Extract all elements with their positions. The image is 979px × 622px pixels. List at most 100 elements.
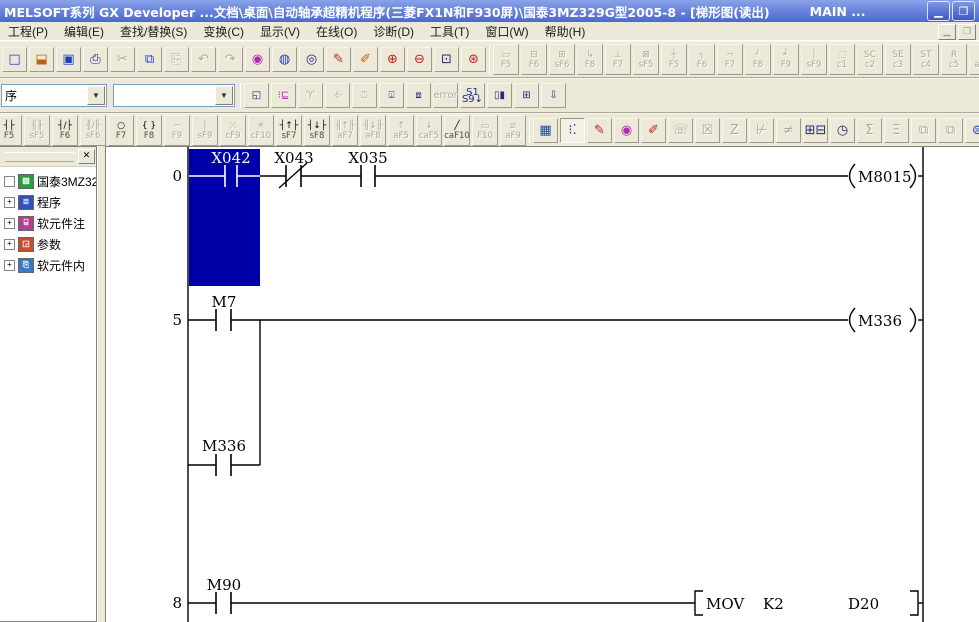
toolbar-icon-button[interactable]: ◍ xyxy=(272,47,297,72)
ladder-fkey-button[interactable]: ↳ F8 xyxy=(577,44,603,75)
program-select-combo[interactable]: 序 ▼ xyxy=(1,84,107,107)
ladder-fkey-button[interactable]: SC c2 xyxy=(857,44,883,75)
ladder-symbol-button[interactable]: ⧄ aF9 xyxy=(500,115,526,146)
tree-item[interactable]: + ⌸ 软元件注 xyxy=(2,213,94,234)
toolbar-icon-button[interactable]: Σ xyxy=(857,118,882,143)
toolbar-icon-button[interactable]: ≠ xyxy=(776,118,801,143)
toolbar-icon-button[interactable]: ⊞⊟ xyxy=(803,118,828,143)
toolbar-icon-button[interactable]: ✎ xyxy=(326,47,351,72)
mdi-restore-button[interactable]: ❐ xyxy=(958,24,976,40)
toolbar-icon-button[interactable]: ◱ xyxy=(244,83,269,108)
ladder-symbol-button[interactable]: ┤↓├ sF8 xyxy=(304,115,330,146)
menu-item[interactable]: 工程(P) xyxy=(0,22,56,41)
ladder-symbol-button[interactable]: ┤/├ F6 xyxy=(52,115,78,146)
ladder-fkey-button[interactable]: ⊠ sF5 xyxy=(633,44,659,75)
toolbar-icon-button[interactable]: ◉ xyxy=(614,118,639,143)
ladder-symbol-button[interactable]: ▭ F10 xyxy=(472,115,498,146)
tree-item[interactable]: + ◲ 参数 xyxy=(2,234,94,255)
tree-expand-toggle[interactable]: + xyxy=(4,239,15,250)
menu-item[interactable]: 帮助(H) xyxy=(537,22,594,41)
toolbar-icon-button[interactable]: ◎ xyxy=(299,47,324,72)
toolbar-icon-button[interactable]: □ xyxy=(2,47,27,72)
ladder-fkey-button[interactable]: ⊟ F6 xyxy=(521,44,547,75)
toolbar-icon-button[interactable]: ⊖ xyxy=(407,47,432,72)
toolbar-icon-button[interactable]: ⊡ xyxy=(434,47,459,72)
panel-splitter[interactable] xyxy=(97,146,106,622)
toolbar-icon-button[interactable]: ▯▮ xyxy=(487,83,512,108)
tree-expand-toggle[interactable]: + xyxy=(4,197,15,208)
dock-grip[interactable] xyxy=(5,152,74,162)
menu-item[interactable]: 诊断(D) xyxy=(365,22,422,41)
ladder-fkey-button[interactable]: ▭ F5 xyxy=(493,44,519,75)
ladder-fkey-button[interactable]: │ sF9 xyxy=(801,44,827,75)
restore-button[interactable]: ❐ xyxy=(952,1,975,21)
toolbar-icon-button[interactable]: ⧉ xyxy=(911,118,936,143)
toolbar-icon-button[interactable]: ▦ xyxy=(533,118,558,143)
toolbar-icon-button[interactable]: ✐ xyxy=(641,118,666,143)
instruction-bracket-left[interactable] xyxy=(695,591,703,615)
ladder-symbol-button[interactable]: ✳ cF10 xyxy=(248,115,274,146)
menu-item[interactable]: 在线(O) xyxy=(308,22,365,41)
menu-item[interactable]: 窗口(W) xyxy=(477,22,536,41)
toolbar-icon-button[interactable]: Ξ xyxy=(884,118,909,143)
ladder-fkey-button[interactable]: ┐ F6 xyxy=(689,44,715,75)
ladder-fkey-button[interactable]: ┼ F5 xyxy=(661,44,687,75)
toolbar-icon-button[interactable]: error xyxy=(433,83,458,108)
ladder-editor[interactable]: 0 X042 X043 X035 M8015 xyxy=(106,146,979,622)
ladder-symbol-button[interactable]: ○ F7 xyxy=(108,115,134,146)
ladder-fkey-button[interactable]: ╛ F9 xyxy=(773,44,799,75)
ladder-symbol-button[interactable]: ╱ caF10 xyxy=(444,115,470,146)
ladder-symbol-button[interactable]: ╢↓╟ aF8 xyxy=(360,115,386,146)
toolbar-icon-button[interactable]: S1 S9↓ xyxy=(460,83,485,108)
minimize-button[interactable]: ▁ xyxy=(927,1,950,21)
toolbar-icon-button[interactable]: ⬓ xyxy=(29,47,54,72)
ladder-symbol-button[interactable]: ┤├ F5 xyxy=(0,115,22,146)
chevron-down-icon[interactable]: ▼ xyxy=(87,86,105,105)
close-icon[interactable]: ✕ xyxy=(78,149,95,164)
coil[interactable] xyxy=(850,164,856,188)
menu-item[interactable]: 工具(T) xyxy=(422,22,477,41)
toolbar-icon-button[interactable]: ⁝⊑ xyxy=(271,83,296,108)
toolbar-icon-button[interactable]: ⊞ xyxy=(514,83,539,108)
toolbar-icon-button[interactable]: ⊬ xyxy=(749,118,774,143)
toolbar-icon-button[interactable]: ⧈ xyxy=(406,83,431,108)
mdi-minimize-button[interactable]: ▁ xyxy=(938,24,956,40)
ladder-fkey-button[interactable]: │ aF5 xyxy=(969,44,979,75)
toolbar-icon-button[interactable]: ⊜ xyxy=(965,118,979,143)
ladder-symbol-button[interactable]: │ sF9 xyxy=(192,115,218,146)
toolbar-icon-button[interactable]: ◉ xyxy=(245,47,270,72)
tree-expand-toggle[interactable] xyxy=(4,176,15,187)
toolbar-icon-button[interactable]: ⎙ xyxy=(83,47,108,72)
toolbar-icon-button[interactable]: ◷ xyxy=(830,118,855,143)
menu-item[interactable]: 编辑(E) xyxy=(56,22,112,41)
toolbar-icon-button[interactable]: ✂ xyxy=(110,47,135,72)
toolbar-icon-button[interactable]: ☒ xyxy=(695,118,720,143)
tree-item[interactable]: + ≣ 程序 xyxy=(2,192,94,213)
ladder-symbol-button[interactable]: ↓ caF5 xyxy=(416,115,442,146)
toolbar-icon-button[interactable]: ✐ xyxy=(353,47,378,72)
toolbar-icon-button[interactable]: ⎘ xyxy=(164,47,189,72)
menu-item[interactable]: 变换(C) xyxy=(195,22,252,41)
toolbar-icon-button[interactable]: ⇩ xyxy=(541,83,566,108)
ladder-symbol-button[interactable]: ╢↑╟ aF7 xyxy=(332,115,358,146)
menu-item[interactable]: 显示(V) xyxy=(252,22,308,41)
ladder-symbol-button[interactable]: ┤↑├ sF7 xyxy=(276,115,302,146)
toolbar-icon-button[interactable]: ⧉ xyxy=(137,47,162,72)
toolbar-icon-button[interactable]: ✎ xyxy=(587,118,612,143)
ladder-symbol-button[interactable]: ─ F9 xyxy=(164,115,190,146)
ladder-fkey-button[interactable]: ┘ F8 xyxy=(745,44,771,75)
ladder-fkey-button[interactable]: ST c4 xyxy=(913,44,939,75)
toolbar-icon-button[interactable]: ⎀ xyxy=(325,83,350,108)
toolbar-icon-button[interactable]: ⍞ xyxy=(352,83,377,108)
toolbar-icon-button[interactable]: ☏ xyxy=(668,118,693,143)
ladder-symbol-button[interactable]: ⤫ cF9 xyxy=(220,115,246,146)
device-select-combo[interactable]: ▼ xyxy=(113,84,235,107)
toolbar-icon-button[interactable]: ⧉ xyxy=(938,118,963,143)
ladder-symbol-button[interactable]: ╢╟ sF5 xyxy=(24,115,50,146)
tree-item[interactable]: + ⎘ 软元件内 xyxy=(2,255,94,276)
ladder-fkey-button[interactable]: SE c3 xyxy=(885,44,911,75)
toolbar-icon-button[interactable]: ↶ xyxy=(191,47,216,72)
toolbar-icon-button[interactable]: ⁝⁚ xyxy=(560,118,585,143)
ladder-symbol-button[interactable]: ↑ aF5 xyxy=(388,115,414,146)
menu-item[interactable]: 查找/替换(S) xyxy=(112,22,195,41)
